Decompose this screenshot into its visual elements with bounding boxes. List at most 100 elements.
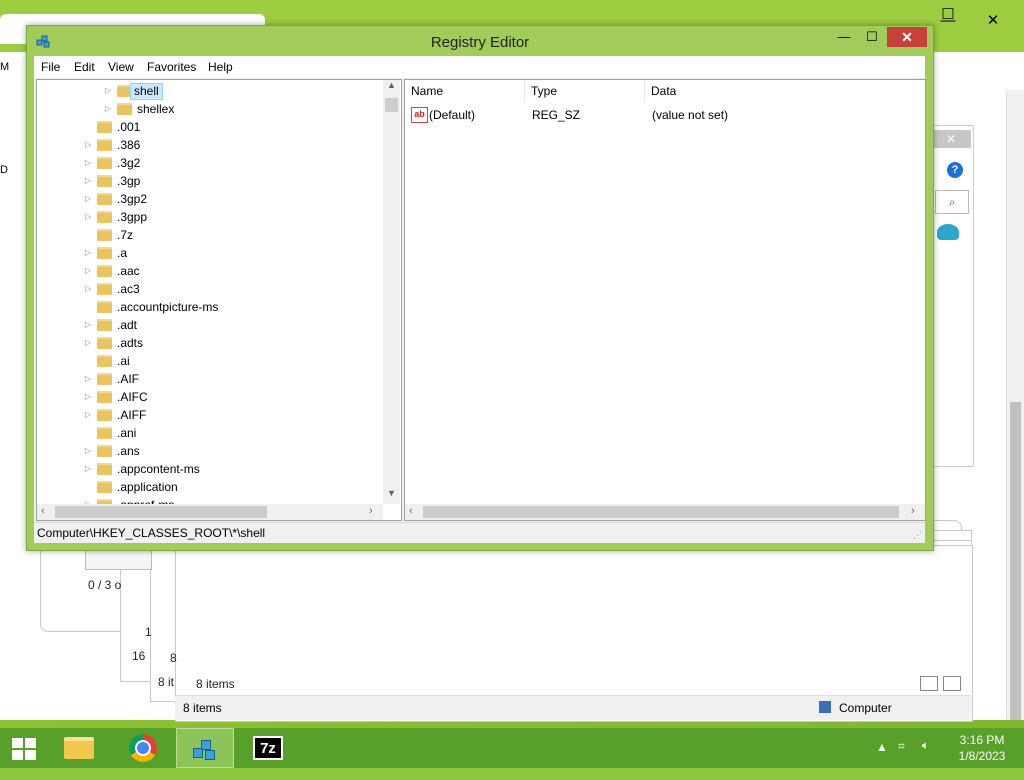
expand-arrow-icon[interactable]: ▷ xyxy=(83,208,93,226)
tree-node[interactable]: .7z xyxy=(37,226,383,244)
tree-node[interactable]: ▷ shell xyxy=(37,82,383,100)
values-horizontal-scrollbar[interactable]: ‹ › xyxy=(405,504,925,520)
tree-node[interactable]: ▷ .adts xyxy=(37,334,383,352)
scroll-left-icon[interactable]: ‹ xyxy=(41,505,45,517)
tree-node[interactable]: ▷ .appref-ms xyxy=(37,496,383,504)
tree-node-label: .aac xyxy=(117,264,140,278)
tree-horizontal-scrollbar[interactable]: ‹ › xyxy=(37,504,383,520)
tree-node-label: .3gp2 xyxy=(117,192,148,206)
tree-node[interactable]: ▷ .3g2 xyxy=(37,154,383,172)
expand-arrow-icon[interactable]: ▷ xyxy=(83,316,93,334)
expand-arrow-icon[interactable]: ▷ xyxy=(83,334,93,352)
tree-node[interactable]: .accountpicture-ms xyxy=(37,298,383,316)
tree-node[interactable]: ▷ .aac xyxy=(37,262,383,280)
tiles-view-icon[interactable] xyxy=(943,676,961,691)
expand-arrow-icon[interactable]: ▷ xyxy=(83,388,93,406)
tree-node[interactable]: ▷ .3gpp xyxy=(37,208,383,226)
volume-icon[interactable]: 🔈︎ xyxy=(922,738,929,778)
details-view-icon[interactable] xyxy=(920,676,938,691)
resize-grip-icon[interactable]: ⋰ xyxy=(913,530,922,541)
tree-node[interactable]: .application xyxy=(37,478,383,496)
taskbar: 7z ▲ ⌗ 🔈︎ 3:16 PM 1/8/2023 xyxy=(0,728,1024,768)
file-explorer-icon xyxy=(64,737,94,759)
chrome-close-icon[interactable]: ✕ xyxy=(975,10,1011,32)
chrome-scrollbar[interactable] xyxy=(1006,90,1024,720)
scroll-right-icon[interactable]: › xyxy=(369,505,373,517)
tree-node[interactable]: .ai xyxy=(37,352,383,370)
tree-node[interactable]: ▷ .3gp2 xyxy=(37,190,383,208)
tree-node[interactable]: ▷ .ac3 xyxy=(37,280,383,298)
tree-node[interactable]: .ani xyxy=(37,424,383,442)
values-scroll-right-icon[interactable]: › xyxy=(911,505,915,517)
start-button[interactable] xyxy=(0,728,52,768)
tree-node-label: .3gp xyxy=(117,174,141,188)
bg-mini-scrollbar[interactable] xyxy=(85,548,152,570)
taskbar-registry-editor[interactable] xyxy=(176,728,234,768)
tree-node[interactable]: ▷ .appcontent-ms xyxy=(37,460,383,478)
expand-arrow-icon[interactable]: ▷ xyxy=(103,82,113,100)
expand-arrow-icon[interactable]: ▷ xyxy=(83,280,93,298)
tree-node[interactable]: ▷ .AIF xyxy=(37,370,383,388)
expand-arrow-icon[interactable]: ▷ xyxy=(83,442,93,460)
bg-letter-m: M xyxy=(0,61,10,73)
clock[interactable]: 3:16 PM 1/8/2023 xyxy=(952,732,1012,764)
tree-node[interactable]: .001 xyxy=(37,118,383,136)
taskbar-chrome[interactable] xyxy=(116,728,168,768)
computer-icon xyxy=(819,701,831,713)
help-icon[interactable]: ? xyxy=(947,162,963,178)
minimize-button[interactable]: — xyxy=(831,27,857,47)
expand-arrow-icon[interactable]: ▷ xyxy=(83,460,93,478)
folder-icon xyxy=(97,175,112,187)
key-tree-pane: ▷ shell ▷ shellex .001 ▷ .386 ▷ .3g2 ▷ .3gp ▷ .3gp2 ▷… xyxy=(36,79,402,521)
show-hidden-icons-icon[interactable]: ▲ xyxy=(876,740,888,780)
expand-arrow-icon[interactable]: ▷ xyxy=(83,136,93,154)
column-data[interactable]: Data xyxy=(645,80,923,102)
tree-node[interactable]: ▷ .386 xyxy=(37,136,383,154)
tree-hscroll-thumb[interactable] xyxy=(55,506,267,518)
menu-favorites[interactable]: Favorites xyxy=(147,60,196,74)
expand-arrow-icon[interactable]: ▷ xyxy=(83,370,93,388)
expand-arrow-icon[interactable]: ▷ xyxy=(83,190,93,208)
menu-help[interactable]: Help xyxy=(208,60,233,74)
expand-arrow-icon[interactable]: ▷ xyxy=(83,262,93,280)
scroll-down-icon[interactable]: ▼ xyxy=(383,488,400,498)
clock-date: 1/8/2023 xyxy=(958,749,1006,763)
values-hscroll-thumb[interactable] xyxy=(423,506,899,518)
values-scroll-left-icon[interactable]: ‹ xyxy=(409,505,413,517)
key-tree[interactable]: ▷ shell ▷ shellex .001 ▷ .386 ▷ .3g2 ▷ .3gp ▷ .3gp2 ▷… xyxy=(37,80,383,504)
close-button[interactable]: ✕ xyxy=(887,27,927,47)
expand-arrow-icon[interactable]: ▷ xyxy=(83,172,93,190)
tree-node[interactable]: ▷ .3gp xyxy=(37,172,383,190)
tree-node[interactable]: ▷ shellex xyxy=(37,100,383,118)
expand-arrow-icon[interactable]: ▷ xyxy=(103,100,113,118)
tree-node[interactable]: ▷ .ans xyxy=(37,442,383,460)
titlebar: Registry Editor — ☐ ✕ xyxy=(27,26,933,56)
expand-arrow-icon[interactable]: ▷ xyxy=(83,406,93,424)
menu-view[interactable]: View xyxy=(108,60,134,74)
search-icon[interactable]: ⌕ xyxy=(935,190,969,214)
tree-scroll-thumb[interactable] xyxy=(385,98,398,112)
tree-node[interactable]: ▷ .AIFF xyxy=(37,406,383,424)
expand-arrow-icon[interactable]: ▷ xyxy=(83,154,93,172)
tree-node[interactable]: ▷ .adt xyxy=(37,316,383,334)
taskbar-7zip[interactable]: 7z xyxy=(240,728,292,768)
expand-arrow-icon[interactable]: ▷ xyxy=(83,496,93,504)
maximize-button[interactable]: ☐ xyxy=(859,27,885,47)
network-tray-icon[interactable]: ⌗ xyxy=(898,739,905,779)
chrome-scroll-thumb[interactable] xyxy=(1010,402,1021,720)
column-name[interactable]: Name xyxy=(405,80,525,102)
tree-node[interactable]: ▷ .a xyxy=(37,244,383,262)
expand-arrow-icon[interactable]: ▷ xyxy=(83,244,93,262)
bg-number-1: 1 xyxy=(145,625,152,639)
tree-vertical-scrollbar[interactable]: ▲ ▼ xyxy=(383,80,400,504)
tree-node[interactable]: ▷ .AIFC xyxy=(37,388,383,406)
value-data: (value not set) xyxy=(652,108,729,122)
chrome-restore-icon[interactable]: ☐ xyxy=(930,4,966,26)
taskbar-file-explorer[interactable] xyxy=(52,728,104,768)
column-type[interactable]: Type xyxy=(525,80,645,102)
menu-edit[interactable]: Edit xyxy=(74,60,95,74)
menu-file[interactable]: File xyxy=(41,60,60,74)
bg-close-icon[interactable]: ✕ xyxy=(931,130,971,148)
tree-node-label: .ani xyxy=(117,426,137,440)
scroll-up-icon[interactable]: ▲ xyxy=(383,80,400,90)
